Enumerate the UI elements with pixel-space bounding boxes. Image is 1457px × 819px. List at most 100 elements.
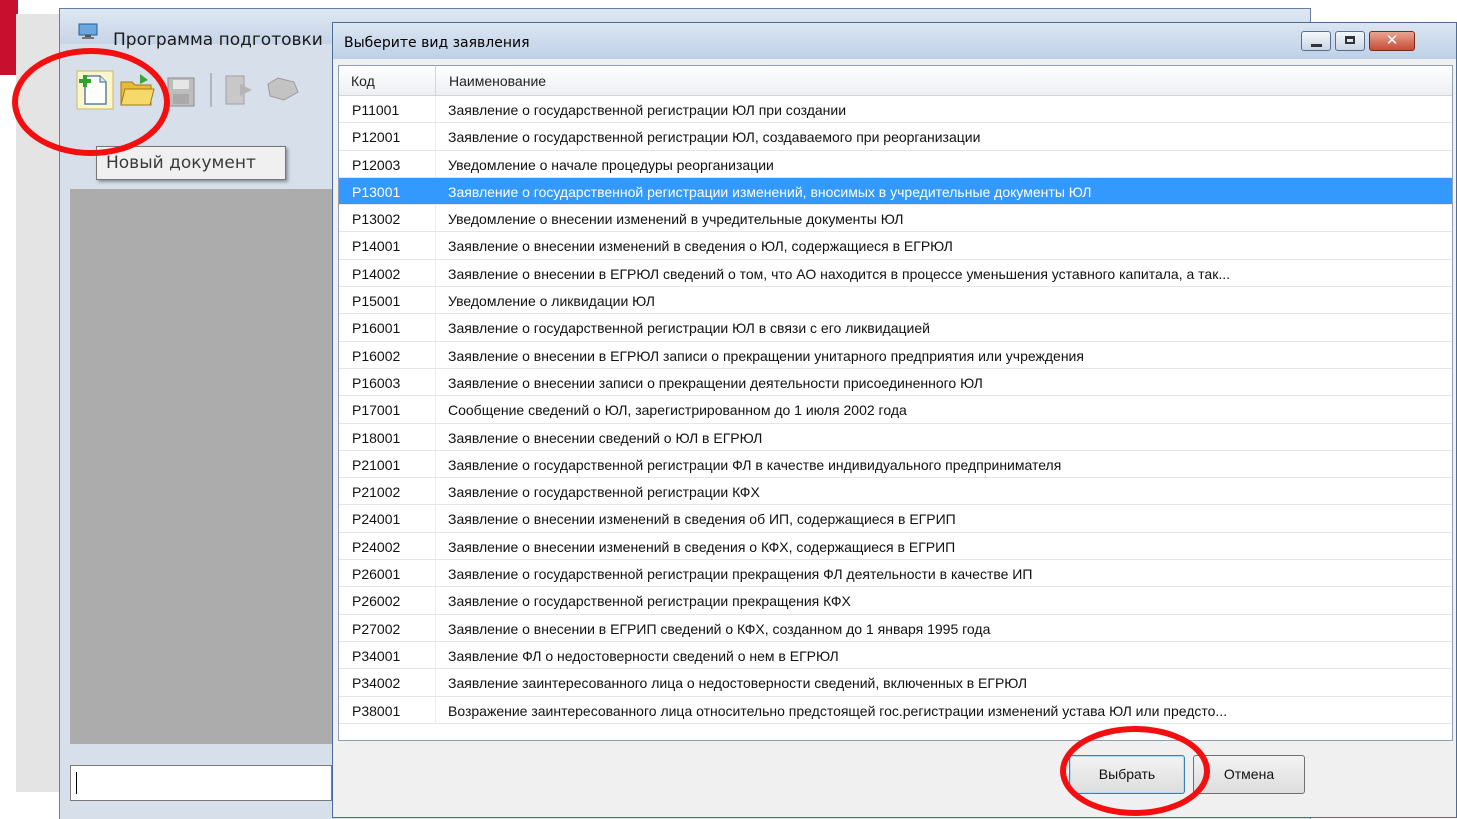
select-form-dialog: Выберите вид заявления ✕ Код Наименовани… xyxy=(332,22,1457,818)
list-item[interactable]: Р24001 Заявление о внесении изменений в с… xyxy=(339,505,1452,533)
list-item-code: Р16001 xyxy=(352,320,401,337)
list-item-name: Заявление о внесении в ЕГРИП сведений о … xyxy=(448,620,991,637)
list-item[interactable]: Р17001 Сообщение сведений о ЮЛ, зарегистр… xyxy=(339,396,1452,424)
list-item-code: Р27002 xyxy=(352,620,401,637)
cell-divider xyxy=(435,614,436,641)
cell-divider xyxy=(435,560,436,587)
list-item-code: Р34001 xyxy=(352,647,401,664)
list-item-name: Заявление о государственной регистрации … xyxy=(448,566,1033,583)
maximize-icon xyxy=(1345,36,1355,44)
list-item-code: Р26002 xyxy=(352,593,401,610)
close-button[interactable]: ✕ xyxy=(1369,31,1415,51)
list-item[interactable]: Р11001 Заявление о государственной регист… xyxy=(339,96,1452,124)
cancel-button[interactable]: Отмена xyxy=(1193,755,1305,794)
computer-icon xyxy=(78,23,98,39)
export-icon[interactable] xyxy=(220,70,258,110)
main-workspace xyxy=(70,189,334,744)
list-item[interactable]: Р14002 Заявление о внесении в ЕГРЮЛ сведе… xyxy=(339,259,1452,288)
dialog-titlebar: Выберите вид заявления ✕ xyxy=(333,23,1456,59)
list-item-name: Заявление о государственной регистрации … xyxy=(448,484,760,501)
list-item-code: Р12001 xyxy=(352,129,401,146)
cell-divider xyxy=(435,232,436,259)
cell-divider xyxy=(435,505,436,532)
list-item[interactable]: Р34002 Заявление заинтересованного лица о… xyxy=(339,669,1452,697)
cell-divider xyxy=(435,641,436,669)
list-item[interactable]: Р27002 Заявление о внесении в ЕГРИП сведе… xyxy=(339,614,1452,642)
list-item-code: Р26001 xyxy=(352,566,401,583)
cell-divider xyxy=(435,587,436,614)
cell-divider xyxy=(435,696,436,723)
list-item[interactable]: Р16002 Заявление о внесении в ЕГРЮЛ запис… xyxy=(339,341,1452,369)
cell-divider xyxy=(435,96,436,123)
list-item-code: Р11001 xyxy=(352,102,400,118)
list-item-code: Р21001 xyxy=(352,456,401,473)
list-item-name: Уведомление о внесении изменений в учред… xyxy=(448,211,904,228)
list-item[interactable]: Р15001 Уведомление о ликвидации ЮЛ xyxy=(339,287,1452,315)
column-header-name[interactable]: Наименование xyxy=(449,73,546,89)
cell-divider xyxy=(435,177,436,205)
list-item-code: Р21002 xyxy=(352,484,401,501)
open-folder-icon[interactable] xyxy=(118,70,156,110)
main-window-title: Программа подготовки xyxy=(113,30,323,50)
text-caret xyxy=(76,772,77,794)
list-item[interactable]: Р13002 Уведомление о внесении изменений в… xyxy=(339,205,1452,233)
list-item[interactable]: Р12003 Уведомление о начале процедуры рео… xyxy=(339,150,1452,178)
toolbar-separator xyxy=(210,73,212,107)
cell-divider xyxy=(435,396,436,423)
list-item[interactable]: Р14001 Заявление о внесении изменений в с… xyxy=(339,232,1452,260)
list-item[interactable]: Р34001 Заявление ФЛ о недостоверности све… xyxy=(339,641,1452,670)
list-item[interactable]: Р16003 Заявление о внесении записи о прек… xyxy=(339,368,1452,397)
cell-divider xyxy=(435,450,436,478)
list-item-code: Р13001 xyxy=(352,183,401,200)
list-item-code: Р16003 xyxy=(352,374,401,391)
select-button[interactable]: Выбрать xyxy=(1069,755,1185,794)
list-item[interactable]: Р12001 Заявление о государственной регист… xyxy=(339,123,1452,151)
list-item-name: Заявление о внесении записи о прекращени… xyxy=(448,374,983,391)
maximize-button[interactable] xyxy=(1335,31,1365,51)
list-item-name: Заявление о внесении в ЕГРЮЛ сведений о … xyxy=(448,265,1231,282)
list-item-code: Р17001 xyxy=(352,402,401,419)
cell-divider xyxy=(435,259,436,287)
list-item-name: Заявление о государственной регистрации … xyxy=(448,456,1062,473)
list-item-name: Уведомление о ликвидации ЮЛ xyxy=(448,293,655,310)
new-document-tooltip: Новый документ xyxy=(96,146,286,180)
list-item-name: Заявление о государственной регистрации … xyxy=(448,593,851,610)
list-item-name: Уведомление о начале процедуры реорганиз… xyxy=(448,156,774,173)
list-item-name: Заявление о государственной регистрации … xyxy=(448,183,1092,200)
list-item[interactable]: Р24002 Заявление о внесении изменений в с… xyxy=(339,532,1452,561)
list-item-name: Заявление о государственной регистрации … xyxy=(448,129,981,146)
list-item-name: Заявление ФЛ о недостоверности сведений … xyxy=(448,647,839,664)
list-item-code: Р18001 xyxy=(352,429,401,446)
list-item[interactable]: Р13001 Заявление о государственной регист… xyxy=(339,177,1452,206)
list-item[interactable]: Р38001 Возражение заинтересованного лица … xyxy=(339,696,1452,724)
column-header-code[interactable]: Код xyxy=(351,73,375,89)
list-item-code: Р12003 xyxy=(352,156,401,173)
column-divider[interactable] xyxy=(435,66,436,95)
form-list[interactable]: Код Наименование Р11001 Заявление о госуд… xyxy=(338,65,1453,741)
cell-divider xyxy=(435,341,436,368)
list-item[interactable]: Р26001 Заявление о государственной регист… xyxy=(339,560,1452,588)
list-item-code: Р13002 xyxy=(352,211,401,228)
cell-divider xyxy=(435,669,436,696)
list-header: Код Наименование xyxy=(339,66,1452,96)
list-body: Р11001 Заявление о государственной регист… xyxy=(339,96,1452,724)
list-item[interactable]: Р21002 Заявление о государственной регист… xyxy=(339,478,1452,506)
list-item[interactable]: Р18001 Заявление о внесении сведений о ЮЛ… xyxy=(339,423,1452,451)
list-item[interactable]: Р21001 Заявление о государственной регист… xyxy=(339,450,1452,479)
list-item-name: Возражение заинтересованного лица относи… xyxy=(448,702,1228,719)
print-icon[interactable] xyxy=(264,70,302,110)
list-item-name: Сообщение сведений о ЮЛ, зарегистрирован… xyxy=(448,402,907,419)
save-icon[interactable] xyxy=(162,70,200,110)
cell-divider xyxy=(435,205,436,232)
new-document-icon[interactable] xyxy=(76,70,114,110)
list-item-code: Р34002 xyxy=(352,675,401,692)
list-item-code: Р38001 xyxy=(352,702,401,719)
list-item[interactable]: Р26002 Заявление о государственной регист… xyxy=(339,587,1452,615)
cell-divider xyxy=(435,368,436,396)
minimize-button[interactable] xyxy=(1301,31,1331,51)
toolbar xyxy=(68,59,338,119)
status-field[interactable] xyxy=(70,765,332,801)
cell-divider xyxy=(435,478,436,505)
list-item[interactable]: Р16001 Заявление о государственной регист… xyxy=(339,314,1452,342)
minimize-icon xyxy=(1311,44,1322,47)
